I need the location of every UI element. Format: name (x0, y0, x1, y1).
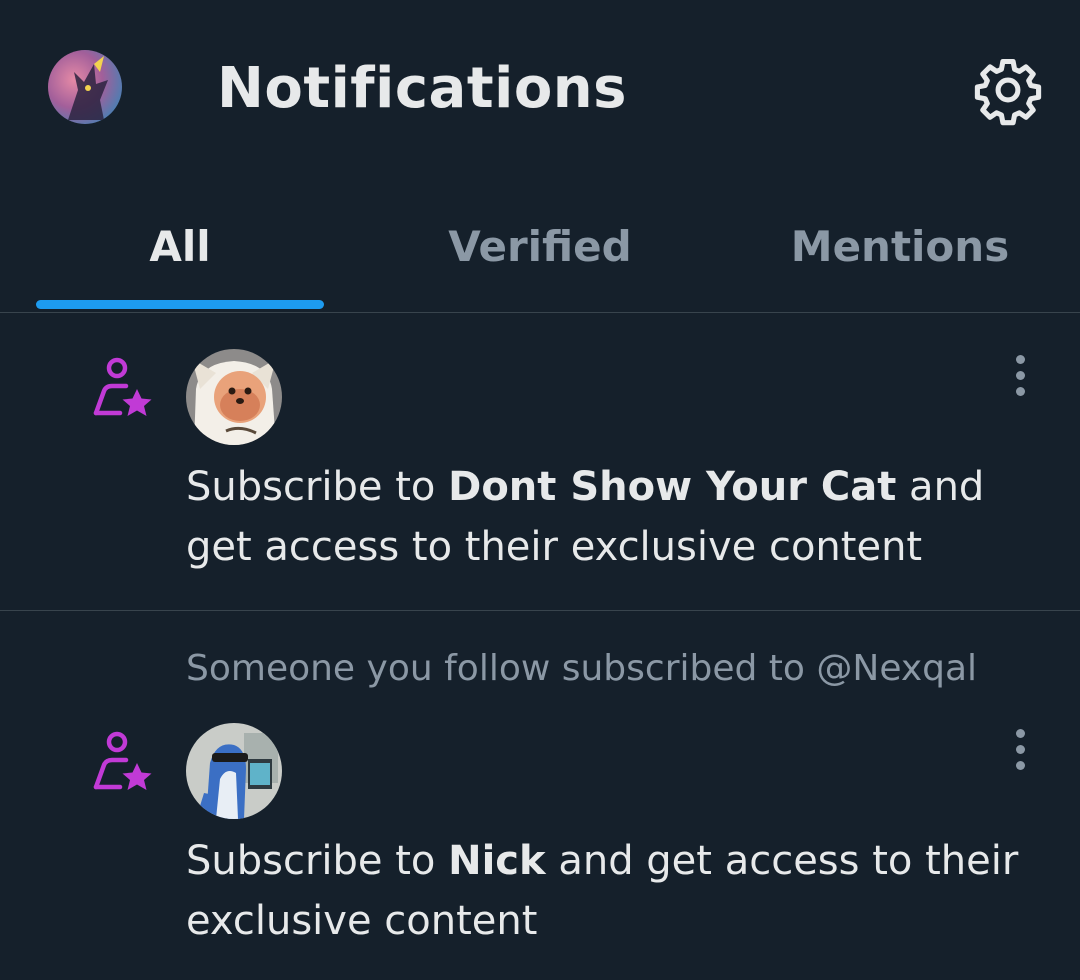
notification-text-prefix: Subscribe to (186, 838, 449, 884)
more-options-button[interactable] (1008, 727, 1032, 775)
profile-avatar-image (48, 50, 122, 124)
subscribed-account-name[interactable]: Dont Show Your Cat (448, 464, 896, 510)
settings-button[interactable] (972, 54, 1044, 126)
subscription-person-star-icon (90, 355, 156, 421)
gear-icon (974, 58, 1042, 126)
tab-all[interactable]: All (36, 180, 324, 312)
notification-item[interactable]: Subscribe to Dont Show Your Cat and get … (0, 313, 1080, 611)
notification-item[interactable]: Someone you follow subscribed to @Nexqal… (0, 611, 1080, 980)
tab-verified[interactable]: Verified (396, 180, 684, 312)
notification-text-prefix: Subscribe to (186, 464, 449, 510)
notification-context: Someone you follow subscribed to @Nexqal (186, 648, 978, 689)
tab-mentions[interactable]: Mentions (756, 180, 1044, 312)
subscription-person-star-icon (90, 729, 156, 795)
avatar[interactable] (186, 723, 282, 819)
page-title: Notifications (217, 56, 627, 121)
subscribed-account-name[interactable]: Nick (448, 838, 546, 884)
dog-avatar-image (186, 349, 282, 445)
bird-avatar-image (186, 723, 282, 819)
more-options-button[interactable] (1008, 353, 1032, 401)
notification-text: Subscribe to Nick and get access to thei… (186, 831, 1056, 951)
avatar[interactable] (186, 349, 282, 445)
active-tab-indicator (36, 300, 324, 309)
top-app-bar: Notifications (0, 0, 1080, 180)
notification-tabs: All Verified Mentions (0, 180, 1080, 313)
profile-avatar[interactable] (48, 50, 122, 124)
notification-text: Subscribe to Dont Show Your Cat and get … (186, 457, 1056, 577)
